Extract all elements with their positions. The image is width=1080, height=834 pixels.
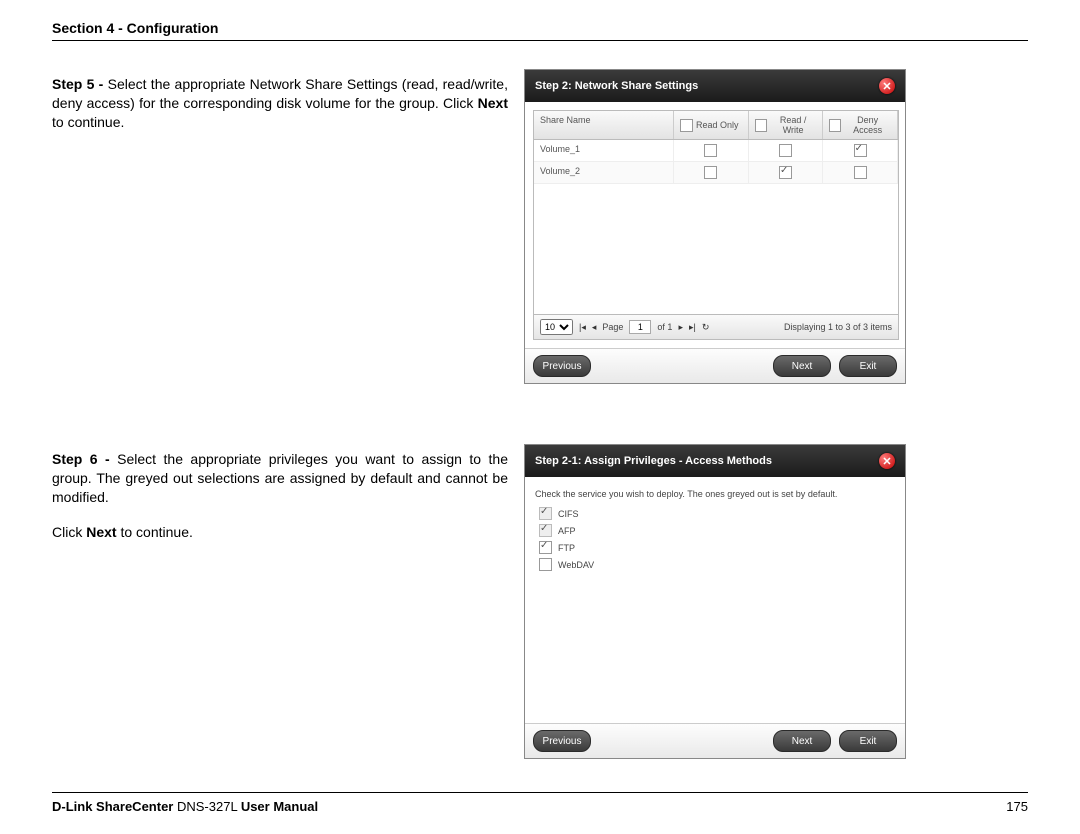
pager: 10 |◂ ◂ Page of 1 ▸ ▸| ↻ Displaying 1 to…: [534, 314, 898, 339]
service-note: Check the service you wish to deploy. Th…: [535, 489, 897, 499]
dialog-assign-privileges: Step 2-1: Assign Privileges - Access Met…: [524, 444, 906, 759]
step6-line2a: Click: [52, 524, 86, 540]
service-ftp-label: FTP: [558, 543, 575, 553]
footer-manual: User Manual: [241, 799, 318, 814]
dialog2-titlebar: Step 2-1: Assign Privileges - Access Met…: [525, 445, 905, 477]
dialog1-titlebar: Step 2: Network Share Settings ✕: [525, 70, 905, 102]
section-header: Section 4 - Configuration: [52, 20, 1028, 41]
page-label: Page: [602, 322, 623, 332]
checkbox-rw-vol2[interactable]: [779, 166, 792, 179]
col-share-name[interactable]: Share Name: [534, 111, 674, 139]
pager-summary: Displaying 1 to 3 of 3 items: [784, 322, 892, 332]
checkbox-afp: [539, 524, 552, 537]
service-webdav-label: WebDAV: [558, 560, 594, 570]
last-page-icon[interactable]: ▸|: [689, 322, 696, 333]
previous-button[interactable]: Previous: [533, 730, 591, 752]
step6-line2c: to continue.: [117, 524, 193, 540]
service-webdav[interactable]: WebDAV: [539, 558, 897, 571]
checkbox-icon[interactable]: [829, 119, 841, 132]
step6-label: Step 6 -: [52, 451, 117, 467]
first-page-icon[interactable]: |◂: [579, 322, 586, 333]
close-icon[interactable]: ✕: [879, 453, 895, 469]
checkbox-deny-vol1[interactable]: [854, 144, 867, 157]
service-cifs: CIFS: [539, 507, 897, 520]
table-cell-name: Volume_2: [534, 162, 674, 183]
dialog2-title: Step 2-1: Assign Privileges - Access Met…: [535, 455, 772, 467]
exit-button[interactable]: Exit: [839, 355, 897, 377]
col-read-only[interactable]: Read Only: [674, 111, 749, 139]
page-of-label: of 1: [657, 322, 672, 332]
dialog-network-share: Step 2: Network Share Settings ✕ Share N…: [524, 69, 906, 384]
page-number: 175: [1006, 799, 1028, 814]
service-ftp[interactable]: FTP: [539, 541, 897, 554]
table-cell-name: Volume_1: [534, 140, 674, 161]
exit-button[interactable]: Exit: [839, 730, 897, 752]
checkbox-ftp[interactable]: [539, 541, 552, 554]
checkbox-ro-vol2[interactable]: [704, 166, 717, 179]
dialog1-title: Step 2: Network Share Settings: [535, 80, 698, 92]
col-read-write[interactable]: Read / Write: [749, 111, 824, 139]
refresh-icon[interactable]: ↻: [702, 322, 710, 333]
checkbox-cifs: [539, 507, 552, 520]
step6-text: Select the appropriate privileges you wa…: [52, 451, 508, 505]
close-icon[interactable]: ✕: [879, 78, 895, 94]
footer-model: DNS-327L: [173, 799, 240, 814]
checkbox-icon[interactable]: [680, 119, 693, 132]
next-button[interactable]: Next: [773, 730, 831, 752]
checkbox-deny-vol2[interactable]: [854, 166, 867, 179]
step5-text: Select the appropriate Network Share Set…: [52, 76, 508, 111]
checkbox-webdav[interactable]: [539, 558, 552, 571]
step5-next-bold: Next: [478, 95, 508, 111]
prev-page-icon[interactable]: ◂: [592, 322, 597, 333]
service-cifs-label: CIFS: [558, 509, 579, 519]
page-footer: D-Link ShareCenter DNS-327L User Manual …: [52, 792, 1028, 814]
col-read-write-label: Read / Write: [770, 115, 816, 135]
previous-button[interactable]: Previous: [533, 355, 591, 377]
next-page-icon[interactable]: ▸: [678, 322, 683, 333]
page-size-select[interactable]: 10: [540, 319, 573, 335]
dialog2-empty-area: [533, 575, 897, 715]
table-empty-area: [534, 184, 898, 314]
next-button[interactable]: Next: [773, 355, 831, 377]
checkbox-ro-vol1[interactable]: [704, 144, 717, 157]
col-deny-access-label: Deny Access: [844, 115, 891, 135]
service-afp: AFP: [539, 524, 897, 537]
checkbox-rw-vol1[interactable]: [779, 144, 792, 157]
footer-left: D-Link ShareCenter DNS-327L User Manual: [52, 799, 318, 814]
step5-label: Step 5 -: [52, 76, 108, 92]
checkbox-icon[interactable]: [755, 119, 767, 132]
step5-text-end: to continue.: [52, 114, 124, 130]
col-deny-access[interactable]: Deny Access: [823, 111, 898, 139]
col-read-only-label: Read Only: [696, 120, 739, 130]
share-table: Share Name Read Only Read / Write Deny A…: [533, 110, 899, 340]
step5-instruction: Step 5 - Select the appropriate Network …: [52, 75, 508, 132]
step6-instruction: Step 6 - Select the appropriate privileg…: [52, 450, 508, 542]
page-number-input[interactable]: [629, 320, 651, 334]
service-afp-label: AFP: [558, 526, 576, 536]
step6-line2b: Next: [86, 524, 116, 540]
footer-brand: D-Link ShareCenter: [52, 799, 173, 814]
